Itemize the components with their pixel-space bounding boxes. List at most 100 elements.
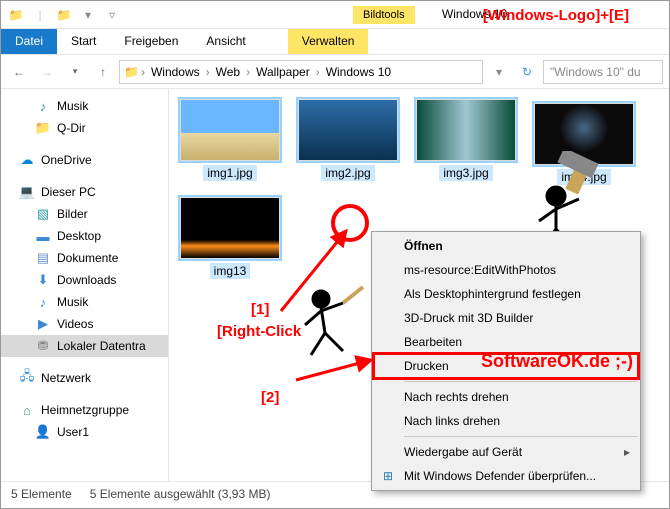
quick-access-toolbar: 📁 | 📁 ▾ ▿ [5, 4, 123, 26]
tree-label: Desktop [57, 229, 101, 243]
tab-view[interactable]: Ansicht [192, 29, 259, 54]
tree-label: User1 [57, 425, 89, 439]
videos-icon: ▶ [35, 316, 51, 332]
tree-music[interactable]: ♪Musik [1, 95, 168, 117]
search-input[interactable]: "Windows 10" du [543, 60, 663, 84]
tree-downloads[interactable]: ⬇ Downloads [1, 269, 168, 291]
qat-customize[interactable]: ▿ [101, 4, 123, 26]
tree-label: Videos [57, 317, 93, 331]
pc-icon: 💻 [19, 184, 35, 200]
tree-localdisk[interactable]: ⛃ Lokaler Datentra [1, 335, 168, 357]
file-label: img1.jpg [203, 165, 256, 181]
crumb-wallpaper[interactable]: Wallpaper [252, 65, 314, 79]
network-icon: 🖧 [19, 370, 35, 386]
tab-share[interactable]: Freigeben [110, 29, 192, 54]
defender-icon: ⊞ [380, 468, 396, 484]
nav-forward-button[interactable]: → [35, 60, 59, 84]
crumb-sep: › [206, 65, 210, 79]
ribbon-tabs: Datei Start Freigeben Ansicht Verwalten [1, 29, 669, 55]
refresh-button[interactable]: ↻ [515, 60, 539, 84]
crumb-web[interactable]: Web [212, 65, 244, 79]
ctx-print3d[interactable]: 3D-Druck mit 3D Builder [374, 306, 638, 330]
crumb-sep: › [246, 65, 250, 79]
tab-start[interactable]: Start [57, 29, 110, 54]
status-selection: 5 Elemente ausgewählt (3,93 MB) [90, 487, 271, 501]
desktop-icon: ▬ [35, 228, 51, 244]
folder-icon: 📁 [5, 4, 27, 26]
submenu-arrow-icon: ▸ [624, 445, 630, 459]
ctx-separator [374, 433, 638, 440]
homegroup-icon: ⌂ [19, 402, 35, 418]
ctx-open[interactable]: Öffnen [374, 234, 638, 258]
tree-documents[interactable]: ▤ Dokumente [1, 247, 168, 269]
tree-label: Musik [57, 99, 88, 113]
nav-recent-button[interactable]: ▾ [63, 60, 87, 84]
tab-file[interactable]: Datei [1, 29, 57, 54]
tree-homegroup[interactable]: ⌂Heimnetzgruppe [1, 399, 168, 421]
ctx-label: Nach links drehen [404, 414, 500, 428]
address-dropdown[interactable]: ▾ [487, 60, 511, 84]
ctx-label: Bearbeiten [404, 335, 462, 349]
tree-user[interactable]: 👤 User1 [1, 421, 168, 443]
tree-label: OneDrive [41, 153, 92, 167]
status-count: 5 Elemente [11, 487, 72, 501]
music-icon: ♪ [35, 294, 51, 310]
tree-music2[interactable]: ♪Musik [1, 291, 168, 313]
crumb-windows[interactable]: Windows [147, 65, 204, 79]
ctx-rotate-left[interactable]: Nach links drehen [374, 409, 638, 433]
nav-up-button[interactable]: ↑ [91, 60, 115, 84]
tree-qdir[interactable]: 📁Q-Dir [1, 117, 168, 139]
tree-label: Downloads [57, 273, 116, 287]
ctx-defender[interactable]: ⊞ Mit Windows Defender überprüfen... [374, 464, 638, 488]
annotation-arrow-1 [271, 221, 361, 321]
file-item[interactable]: img13 [175, 197, 285, 279]
tree-thispc[interactable]: 💻 Dieser PC [1, 181, 168, 203]
address-row: ← → ▾ ↑ 📁 › Windows › Web › Wallpaper › … [1, 55, 669, 89]
annotation-brand: SoftwareOK.de ;-) [481, 351, 633, 372]
folder-icon: 📁 [35, 120, 51, 136]
disk-icon: ⛃ [35, 338, 51, 354]
tree-label: Dieser PC [41, 185, 96, 199]
ctx-label: 3D-Druck mit 3D Builder [404, 311, 533, 325]
onedrive-icon: ☁ [19, 152, 35, 168]
nav-tree: ♪Musik 📁Q-Dir ☁OneDrive 💻Dieser PC ▧Bild… [1, 89, 169, 481]
tree-onedrive[interactable]: ☁ OneDrive [1, 149, 168, 171]
ctx-label: Mit Windows Defender überprüfen... [404, 469, 596, 483]
file-item[interactable]: img1.jpg [175, 99, 285, 185]
tree-network[interactable]: 🖧 Netzwerk [1, 367, 168, 389]
qat-divider: | [29, 4, 51, 26]
address-bar[interactable]: 📁 › Windows › Web › Wallpaper › Windows … [119, 60, 483, 84]
tree-desktop[interactable]: ▬ Desktop [1, 225, 168, 247]
tree-label: Netzwerk [41, 371, 91, 385]
documents-icon: ▤ [35, 250, 51, 266]
user-icon: 👤 [35, 424, 51, 440]
thumbnail-image [180, 99, 280, 161]
qat-new-folder-button[interactable]: 📁 [53, 4, 75, 26]
pictures-icon: ▧ [35, 206, 51, 222]
ctx-cast[interactable]: Wiedergabe auf Gerät ▸ [374, 440, 638, 464]
contextual-tab-label: Bildtools [353, 6, 415, 24]
address-folder-icon: 📁 [124, 65, 139, 79]
ctx-label: Wiedergabe auf Gerät [404, 445, 522, 459]
qat-dropdown[interactable]: ▾ [77, 4, 99, 26]
crumb-win10[interactable]: Windows 10 [322, 65, 395, 79]
thumbnail-image [298, 99, 398, 161]
downloads-icon: ⬇ [35, 272, 51, 288]
ctx-label: Nach rechts drehen [404, 390, 509, 404]
ctx-editphotos[interactable]: ms-resource:EditWithPhotos [374, 258, 638, 282]
file-label: img3.jpg [439, 165, 492, 181]
file-label: img2.jpg [321, 165, 374, 181]
window-title: Windows 10 [442, 7, 507, 21]
ctx-label: Als Desktophintergrund festlegen [404, 287, 581, 301]
tree-pictures[interactable]: ▧Bilder [1, 203, 168, 225]
tree-label: Dokumente [57, 251, 118, 265]
ctx-separator [374, 378, 638, 385]
ctx-rotate-right[interactable]: Nach rechts drehen [374, 385, 638, 409]
titlebar: 📁 | 📁 ▾ ▿ Bildtools Windows 10 [1, 1, 669, 29]
file-item[interactable]: img2.jpg [293, 99, 403, 185]
tab-manage[interactable]: Verwalten [288, 29, 369, 54]
ctx-setbg[interactable]: Als Desktophintergrund festlegen [374, 282, 638, 306]
tree-label: Lokaler Datentra [57, 339, 146, 353]
tree-videos[interactable]: ▶ Videos [1, 313, 168, 335]
nav-back-button[interactable]: ← [7, 60, 31, 84]
